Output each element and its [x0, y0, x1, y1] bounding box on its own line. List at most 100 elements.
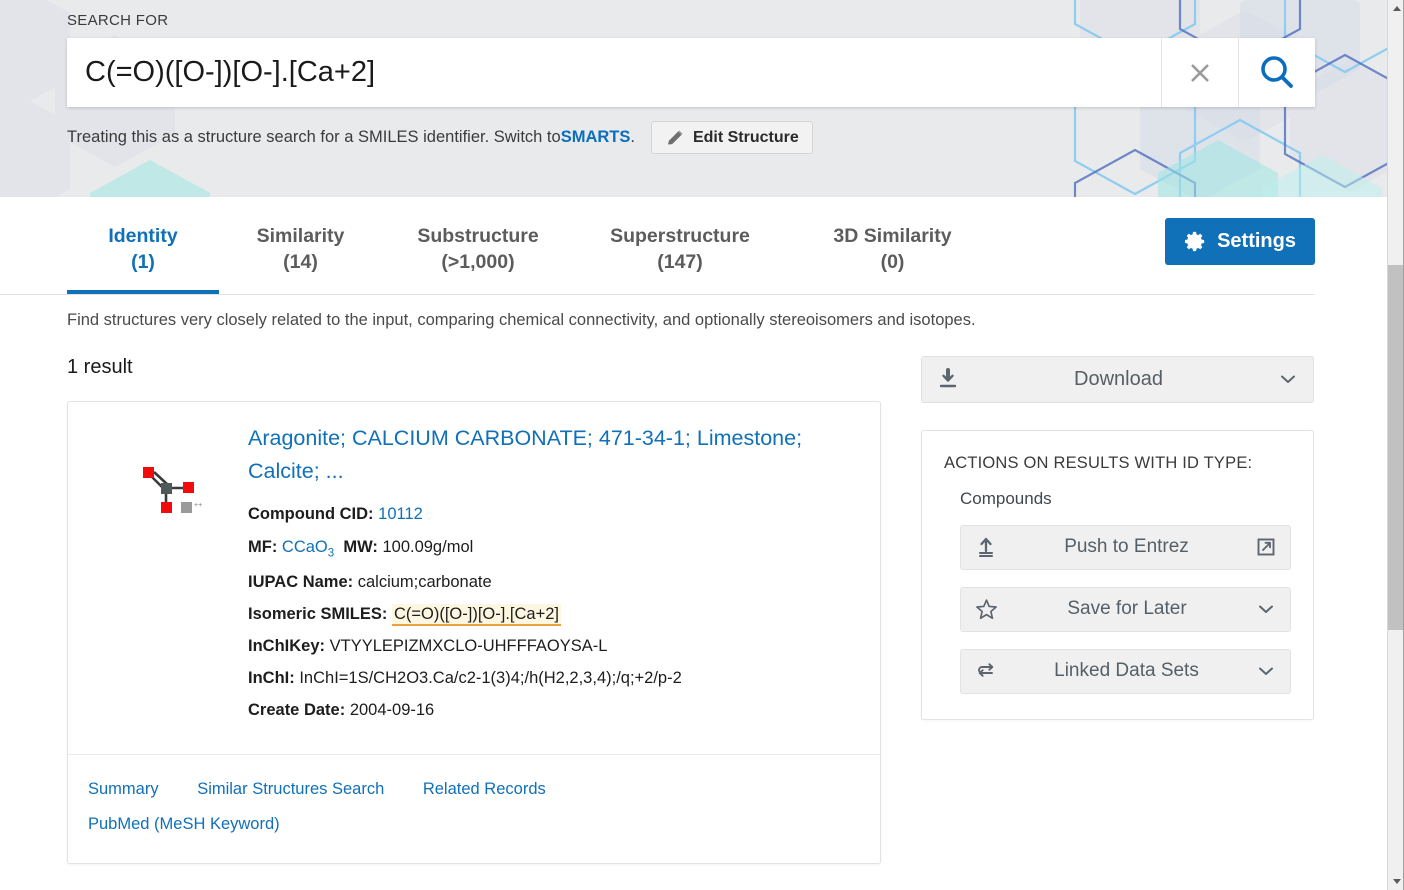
linked-data-sets-label: Linked Data Sets [1054, 660, 1199, 682]
close-icon [1191, 63, 1209, 82]
actions-panel-id-type: Compounds [960, 488, 1052, 508]
search-input-container[interactable] [67, 38, 1161, 107]
push-to-entrez-button[interactable]: Push to Entrez [960, 524, 1291, 570]
tab-description: Find structures very closely related to … [67, 310, 976, 329]
tab-superstructure[interactable]: Superstructure (147) [574, 197, 786, 294]
result-card-body: ++ Aragonite; CALCIUM CARBONATE; 471-34-… [68, 402, 880, 756]
triangle-down-icon [1392, 879, 1401, 884]
smiles-label: Isomeric SMILES: [248, 604, 388, 623]
link-related-records[interactable]: Related Records [423, 780, 546, 798]
inchikey-row: InChIKey: VTYYLEPIZMXCLO-UHFFFAOYSA-L [248, 636, 852, 657]
iupac-value: calcium;carbonate [357, 572, 492, 591]
upload-icon [974, 535, 998, 559]
actions-column: Download ACTIONS ON RESULTS WITH ID TYPE… [921, 355, 1314, 720]
submit-search-button[interactable] [1238, 38, 1315, 107]
mw-label: MW: [343, 537, 378, 556]
mf-label: MF: [248, 537, 278, 556]
search-hint-suffix: . [630, 128, 635, 146]
inchikey-label: InChIKey: [248, 636, 326, 655]
vertical-scrollbar[interactable] [1387, 0, 1404, 890]
link-pubmed-mesh-keyword[interactable]: PubMed (MeSH Keyword) [88, 815, 280, 833]
result-card-links: Summary Similar Structures Search Relate… [68, 755, 880, 863]
scrollbar-thumb[interactable] [1388, 265, 1404, 630]
mf-value-link[interactable]: CCaO3 [281, 537, 335, 559]
search-type-tabs: Identity (1) Similarity (14) Substructur… [67, 197, 1315, 294]
tab-identity-label: Identity [108, 225, 178, 247]
chevron-down-icon [1277, 368, 1299, 390]
create-date-label: Create Date: [248, 701, 346, 720]
pencil-icon [667, 130, 683, 144]
link-similar-structures-search[interactable]: Similar Structures Search [197, 780, 384, 798]
tab-3d-similarity[interactable]: 3D Similarity (0) [786, 197, 999, 294]
actions-panel-title: ACTIONS ON RESULTS WITH ID TYPE: [944, 453, 1253, 472]
create-date-row: Create Date: 2004-09-16 [248, 700, 852, 721]
settings-label: Settings [1217, 230, 1296, 252]
search-header: SEARCH FOR C(=O)([O-])[O-].[Ca+2] Treati… [0, 0, 1387, 197]
tab-identity-count: (1) [131, 250, 155, 273]
inchi-value: InChI=1S/CH2O3.Ca/c2-1(3)4;/h(H2,2,3,4);… [299, 668, 682, 687]
mf-value-subscript: 3 [327, 546, 335, 559]
compound-cid-row: Compound CID: 10112 [248, 504, 852, 525]
tab-superstructure-count: (147) [657, 250, 703, 273]
search-icon [1261, 55, 1293, 88]
search-bar [67, 38, 1315, 107]
mw-value: 100.09g/mol [382, 537, 474, 556]
compound-cid-link[interactable]: 10112 [378, 505, 423, 523]
star-icon [974, 597, 999, 622]
search-input[interactable] [85, 56, 1143, 89]
mf-value-base: CCaO [281, 537, 328, 556]
tab-similarity-count: (14) [283, 250, 318, 273]
tab-3d-similarity-label: 3D Similarity [833, 225, 952, 247]
inchi-row: InChI: InChI=1S/CH2O3.Ca/c2-1(3)4;/h(H2,… [248, 668, 852, 689]
search-label: SEARCH FOR [67, 12, 169, 29]
tab-identity[interactable]: Identity (1) [67, 197, 219, 294]
search-type-tabs-container: Identity (1) Similarity (14) Substructur… [0, 197, 1315, 295]
scroll-up-button[interactable] [1388, 0, 1404, 17]
external-link-icon [1255, 536, 1277, 558]
download-icon [936, 367, 960, 391]
triangle-up-icon [1392, 6, 1401, 11]
compound-title-link[interactable]: Aragonite; CALCIUM CARBONATE; 471-34-1; … [248, 422, 852, 489]
save-for-later-button[interactable]: Save for Later [960, 586, 1291, 632]
isomeric-smiles-row: Isomeric SMILES: C(=O)([O-])[O-].[Ca+2] [248, 603, 852, 626]
tab-substructure-label: Substructure [417, 225, 539, 247]
gear-icon [1185, 231, 1205, 252]
iupac-label: IUPAC Name: [248, 572, 354, 591]
tab-similarity[interactable]: Similarity (14) [219, 197, 382, 294]
iupac-name-row: IUPAC Name: calcium;carbonate [248, 572, 852, 593]
result-card: ++ Aragonite; CALCIUM CARBONATE; 471-34-… [67, 400, 881, 865]
push-to-entrez-label: Push to Entrez [1064, 536, 1189, 558]
clear-search-button[interactable] [1161, 38, 1238, 107]
result-count: 1 result [67, 355, 133, 378]
pubchem-search-results-page: SEARCH FOR C(=O)([O-])[O-].[Ca+2] Treati… [0, 0, 1404, 890]
page-viewport: SEARCH FOR C(=O)([O-])[O-].[Ca+2] Treati… [0, 0, 1387, 890]
result-info: Aragonite; CALCIUM CARBONATE; 471-34-1; … [248, 422, 860, 732]
swap-arrows-icon [974, 659, 998, 683]
structure-thumbnail[interactable]: ++ [88, 422, 248, 732]
edit-structure-label: Edit Structure [692, 128, 799, 146]
tab-superstructure-label: Superstructure [610, 225, 750, 247]
molecular-formula-row: MF: CCaO3 MW: 100.09g/mol [248, 537, 852, 561]
search-hint: Treating this as a structure search for … [67, 121, 1387, 154]
save-for-later-label: Save for Later [1067, 598, 1187, 620]
actions-panel: ACTIONS ON RESULTS WITH ID TYPE: Compoun… [921, 429, 1314, 720]
chevron-down-icon [1255, 660, 1277, 682]
link-summary[interactable]: Summary [88, 780, 159, 798]
tab-substructure[interactable]: Substructure (>1,000) [382, 197, 574, 294]
edit-structure-button[interactable]: Edit Structure [650, 121, 813, 154]
main-content: 1 result ++ Aragonite; CALCIUM CARBONATE… [0, 355, 1387, 865]
chevron-down-icon [1255, 598, 1277, 620]
compound-cid-label: Compound CID: [248, 505, 374, 524]
scroll-down-button[interactable] [1388, 873, 1404, 890]
search-hint-prefix: Treating this as a structure search for … [67, 128, 561, 146]
svg-text:++: ++ [194, 502, 202, 509]
inchi-label: InChI: [248, 668, 295, 687]
smarts-link[interactable]: SMARTS [561, 128, 631, 147]
settings-button[interactable]: Settings [1165, 218, 1315, 265]
calcium-carbonate-structure-thumbnail: ++ [143, 466, 202, 513]
create-date-value: 2004-09-16 [349, 701, 435, 720]
results-column: 1 result ++ Aragonite; CALCIUM CARBONATE… [67, 356, 881, 865]
tab-similarity-label: Similarity [256, 225, 345, 247]
linked-data-sets-button[interactable]: Linked Data Sets [960, 648, 1291, 694]
download-button[interactable]: Download [921, 355, 1314, 403]
